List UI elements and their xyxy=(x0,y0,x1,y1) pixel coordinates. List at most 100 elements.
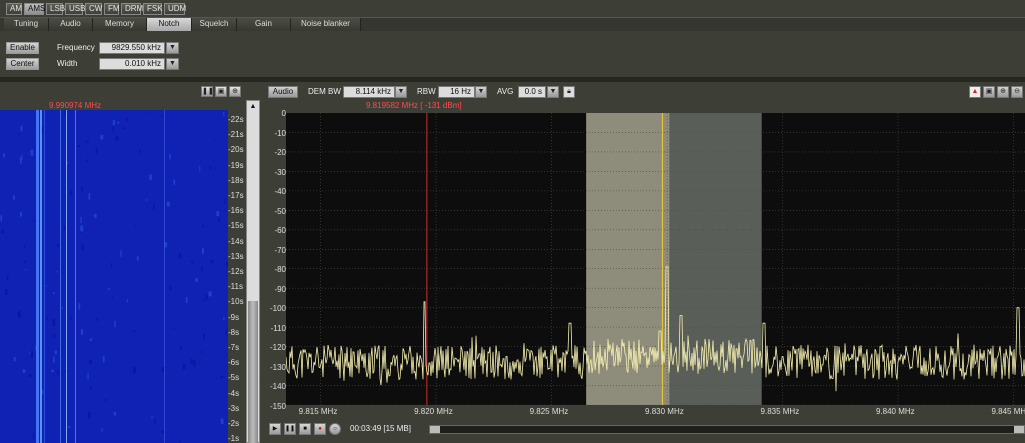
frequency-dropdown-button[interactable]: ▼ xyxy=(166,42,179,54)
stop-icon[interactable]: ■ xyxy=(299,423,311,435)
waterfall-speckle xyxy=(111,296,113,300)
waterfall-speckle xyxy=(115,136,119,141)
time-tick-label: -21s xyxy=(228,130,244,140)
peak-marker-icon[interactable]: ▲ xyxy=(969,86,981,98)
time-tick-label: -7s xyxy=(228,343,240,352)
rbw-field[interactable]: 16 Hz xyxy=(438,86,475,98)
dem-bw-dropdown-button[interactable]: ▼ xyxy=(395,86,407,98)
waterfall-speckle xyxy=(215,377,218,379)
tab-noise-blanker[interactable]: Noise blanker xyxy=(291,18,361,31)
waterfall-speckle xyxy=(117,121,120,124)
zoom-icon[interactable]: ⊕ xyxy=(229,86,241,97)
dbm-tick-label: -50 xyxy=(274,206,286,216)
waterfall-speckle xyxy=(41,389,44,395)
audio-button[interactable]: Audio xyxy=(268,86,298,98)
save-icon[interactable]: ▣ xyxy=(983,86,995,98)
tab-tuning[interactable]: Tuning xyxy=(4,18,49,31)
tab-memory[interactable]: Memory xyxy=(93,18,147,31)
waterfall-display[interactable] xyxy=(0,110,228,443)
save-icon[interactable]: ▣ xyxy=(215,86,227,97)
avg-field[interactable]: 0.0 s xyxy=(518,86,546,98)
waterfall-speckle xyxy=(13,356,16,362)
waterfall-speckle xyxy=(105,398,107,403)
enable-button[interactable]: Enable xyxy=(6,42,39,54)
waterfall-speckle xyxy=(53,292,55,295)
waterfall-speckle xyxy=(46,316,48,320)
waterfall-speckle xyxy=(51,369,54,372)
tab-squelch[interactable]: Squelch xyxy=(192,18,237,31)
record-icon[interactable]: ● xyxy=(314,423,326,435)
dem-bw-label: DEM BW xyxy=(308,87,341,96)
frequency-tick-label: 9.820 MHz xyxy=(414,407,453,416)
time-tick-label: -14s xyxy=(228,236,244,246)
waterfall-speckle xyxy=(86,140,89,143)
waterfall-speckle xyxy=(182,364,186,370)
waterfall-speckle xyxy=(90,386,92,390)
zoom-out-icon[interactable]: ⊖ xyxy=(1011,86,1023,98)
waterfall-header: ❚❚ ▣ ⊕ xyxy=(0,83,244,100)
pause-icon[interactable]: ❚❚ xyxy=(284,423,296,435)
mode-button-lsb[interactable]: LSB xyxy=(46,3,65,15)
pause-icon[interactable]: ❚❚ xyxy=(201,86,214,97)
mode-button-usb[interactable]: USB xyxy=(65,3,85,15)
waterfall-speckle xyxy=(126,118,128,122)
tab-notch[interactable]: Notch xyxy=(147,18,192,31)
mode-button-drm[interactable]: DRM xyxy=(121,3,143,15)
rbw-dropdown-button[interactable]: ▼ xyxy=(475,86,487,98)
tab-gain[interactable]: Gain xyxy=(237,18,291,31)
tab-audio[interactable]: Audio xyxy=(49,18,93,31)
waterfall-speckle xyxy=(161,114,163,117)
mode-button-cw[interactable]: CW xyxy=(85,3,102,15)
mode-selector: AM AMS LSB USB CW FM DRM FSK UDM xyxy=(6,3,186,15)
mode-button-ams[interactable]: AMS xyxy=(24,3,45,15)
waterfall-signal-line xyxy=(44,110,45,443)
center-button[interactable]: Center xyxy=(6,58,39,70)
dbm-tick-label: -20 xyxy=(274,148,286,157)
time-tick-label: -17s xyxy=(228,191,244,200)
waterfall-speckle xyxy=(145,199,148,201)
dbm-tick-label: -40 xyxy=(274,187,286,196)
avg-dropdown-button[interactable]: ▼ xyxy=(547,86,559,98)
dem-bw-field[interactable]: 8.114 kHz xyxy=(343,86,395,98)
width-label: Width xyxy=(57,59,78,68)
width-dropdown-button[interactable]: ▼ xyxy=(166,58,179,70)
dbm-tick-label: -120 xyxy=(269,343,286,352)
dbm-tick-label: -110 xyxy=(270,323,286,333)
zoom-icon[interactable]: ⊕ xyxy=(997,86,1009,98)
mode-button-am[interactable]: AM xyxy=(6,3,22,15)
scroll-thumb[interactable] xyxy=(248,301,258,443)
dbm-tick-label: -130 xyxy=(269,362,286,372)
waterfall-speckle xyxy=(21,154,23,160)
slider-end-handle[interactable] xyxy=(1014,426,1024,433)
loop-icon[interactable]: ○ xyxy=(329,423,341,435)
scroll-up-arrow-icon[interactable]: ▲ xyxy=(248,102,258,112)
panel-divider[interactable] xyxy=(0,77,1025,82)
waterfall-signal-line xyxy=(66,110,67,443)
dbm-tick-label: -70 xyxy=(274,245,286,255)
waterfall-speckle xyxy=(202,224,204,228)
playback-time: 00:03:49 [15 MB] xyxy=(350,424,411,433)
waterfall-speckle xyxy=(30,351,33,358)
play-icon[interactable]: ▶ xyxy=(269,423,281,435)
mode-button-udm[interactable]: UDM xyxy=(164,3,186,15)
waterfall-speckle xyxy=(208,291,212,297)
time-tick-label: -4s xyxy=(228,388,240,398)
spectrum-plot[interactable] xyxy=(286,113,1025,405)
width-field[interactable]: 0.010 kHz xyxy=(99,58,165,70)
waterfall-speckle xyxy=(199,165,201,172)
waterfall-speckle xyxy=(61,306,63,310)
waterfall-speckle xyxy=(4,288,8,295)
waterfall-scrollbar[interactable]: ▲ xyxy=(246,100,260,443)
playback-position-slider[interactable] xyxy=(429,425,1025,434)
mode-button-fsk[interactable]: FSK xyxy=(143,3,163,15)
waterfall-speckle xyxy=(112,127,115,132)
frequency-field[interactable]: 9829.550 kHz xyxy=(99,42,165,54)
mode-button-fm[interactable]: FM xyxy=(104,3,120,15)
waterfall-speckle xyxy=(101,428,103,432)
lock-icon[interactable]: 🔒︎ xyxy=(563,86,575,98)
slider-start-handle[interactable] xyxy=(430,426,440,433)
waterfall-signal-line xyxy=(40,110,42,443)
waterfall-speckle xyxy=(136,256,139,261)
waterfall-speckle xyxy=(107,288,110,290)
waterfall-speckle xyxy=(123,127,126,130)
